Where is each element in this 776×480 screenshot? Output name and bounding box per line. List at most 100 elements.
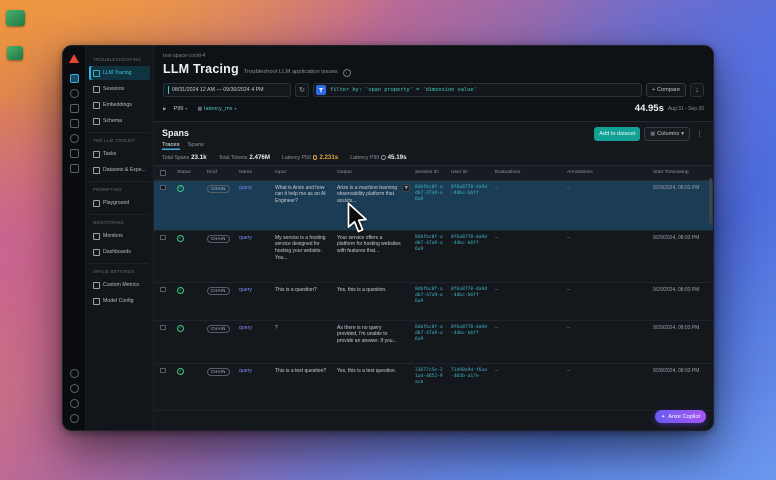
column-header[interactable]: Evaluations [492, 166, 564, 180]
sidebar-entry-label: THE LLM TOOLKIT [93, 138, 136, 143]
info-icon[interactable] [69, 399, 79, 408]
llm-tracing-icon [93, 69, 100, 77]
copilot-button[interactable]: ✦ Arize Copilot [655, 410, 706, 423]
input-cell: This is a question? [275, 286, 317, 293]
date-range-value: 08/31/2024 12 AM — 09/30/2024 4 PM [172, 87, 264, 93]
sidebar-entry[interactable]: Tasks [89, 147, 150, 161]
metric-dropdown[interactable]: ▦ latency_ms ▾ [194, 105, 239, 113]
sidebar-entry-label: SPACE SETTINGS [93, 269, 135, 274]
monitors-nav-icon [93, 232, 100, 240]
sidebar-entry[interactable]: Dashboards [89, 245, 150, 259]
columns-button[interactable]: ▦ Columns ▾ [644, 127, 690, 141]
session-id-cell: 23677c5e-21a4-4652-9acb [415, 367, 443, 385]
arize-logo-icon[interactable] [69, 54, 79, 63]
table-body: ✓ CHAIN query What is Arize and how can … [154, 180, 713, 431]
sidebar-entry[interactable]: SPACE SETTINGS [89, 263, 150, 276]
table-row[interactable]: ✓ CHAIN query What is Arize and how can … [154, 180, 713, 231]
sidebar-entry-label: Schema [103, 118, 123, 124]
grid-icon: ▦ [650, 131, 656, 137]
sidebar-entry[interactable]: THE LLM TOOLKIT [89, 132, 150, 145]
sidebar-entry-label: TROUBLESHOOTING [93, 57, 142, 62]
compare-button[interactable]: + Compare [646, 83, 686, 97]
download-button[interactable]: ↓ [690, 83, 704, 97]
table-row[interactable]: ✓ CHAIN query My service is a hosting se… [154, 231, 713, 283]
sidebar-entry[interactable]: Monitors [89, 229, 150, 243]
sidebar-entry[interactable]: PROMPTING [89, 181, 150, 194]
bell-icon[interactable] [69, 134, 79, 143]
column-header[interactable]: Start Timestamp [650, 166, 713, 180]
sidebar-entry[interactable]: Model Config [89, 294, 150, 308]
sidebar-entry-label: Datasets & Expe... [103, 167, 146, 173]
sidebar-entry[interactable]: LLM Tracing [89, 66, 150, 80]
experiments-icon[interactable] [69, 149, 79, 158]
sidebar-entry[interactable]: Datasets & Expe... [89, 163, 150, 177]
row-checkbox[interactable] [160, 184, 166, 190]
sidebar-entry[interactable]: Custom Metrics [89, 278, 150, 292]
timestamp-cell: 9/28/2024, 08:03 PM [653, 367, 700, 374]
kind-badge: CHAIN [207, 234, 230, 244]
desktop-icon[interactable] [6, 10, 25, 26]
sidebar-entry[interactable]: Embeddings [89, 98, 150, 112]
span-name-link[interactable]: query [239, 368, 252, 374]
filter-input[interactable]: filter by: 'span property' = 'dimension … [313, 83, 643, 97]
span-name-link[interactable]: query [239, 235, 252, 241]
table-row[interactable]: ✓ CHAIN query ? As there is no query pro… [154, 321, 713, 364]
column-header[interactable]: Input [272, 166, 334, 180]
gear-icon[interactable] [69, 369, 79, 378]
date-range-input[interactable]: 08/31/2024 12 AM — 09/30/2024 4 PM [163, 83, 291, 97]
table-row[interactable]: ✓ CHAIN query This is a question? Yes, t… [154, 283, 713, 321]
add-to-dataset-button[interactable]: Add to dataset [594, 127, 641, 141]
row-checkbox[interactable] [160, 286, 166, 292]
span-name-link[interactable]: query [239, 325, 252, 331]
scrollbar-thumb[interactable] [709, 178, 712, 224]
sidebar-entry[interactable]: Sessions [89, 82, 150, 96]
span-name-link[interactable]: query [239, 185, 252, 191]
more-options-button[interactable]: ⋮ [694, 130, 705, 138]
sidebar-entry[interactable]: Playground [89, 196, 150, 210]
database-icon[interactable] [69, 119, 79, 128]
session-id-cell: 8dbfbc8f-adb7-47a9-a6a9 [415, 184, 443, 202]
row-checkbox[interactable] [160, 234, 166, 240]
session-id-cell: 8dbfbc8f-adb7-47a9-a6a9 [415, 234, 443, 252]
metric-bar: ▶ P99 ▾ ▦ latency_ms ▾ 44.95s Aug 31 - S… [163, 103, 704, 114]
announcements-icon[interactable] [69, 384, 79, 393]
column-header[interactable]: User ID [448, 166, 492, 180]
row-filter-icon[interactable] [402, 183, 410, 192]
evaluations-cell: -- [495, 234, 499, 241]
info-icon[interactable] [342, 68, 351, 77]
chevron-down-icon: ▾ [681, 131, 684, 137]
monitors-icon[interactable] [69, 164, 79, 173]
profile-icon[interactable] [69, 414, 79, 423]
stat-value: 2.476M [249, 154, 270, 161]
sidebar-entry[interactable]: TROUBLESHOOTING [89, 52, 150, 64]
input-cell: My service is a hosting service designed… [275, 234, 326, 261]
tab[interactable]: Traces [162, 142, 180, 150]
overview-icon[interactable] [69, 74, 79, 83]
row-checkbox[interactable] [160, 324, 166, 330]
column-header[interactable]: Session ID [412, 166, 448, 180]
tasks-icon [93, 150, 100, 158]
percentile-dropdown[interactable]: P99 ▾ [170, 105, 190, 113]
column-header[interactable]: Kind [204, 166, 236, 180]
layers-icon[interactable] [69, 104, 79, 113]
stat-label: Latency P99 [350, 154, 380, 161]
column-header[interactable]: Status [174, 166, 204, 180]
span-name-link[interactable]: query [239, 287, 252, 293]
select-all-checkbox[interactable] [160, 170, 166, 176]
sessions-icon [93, 85, 100, 93]
sidebar-entry[interactable]: Schema [89, 114, 150, 128]
column-header[interactable]: Annotations [564, 166, 650, 180]
play-icon[interactable]: ▶ [163, 106, 166, 112]
chat-icon[interactable] [69, 89, 79, 98]
evaluations-cell: -- [495, 286, 499, 293]
row-checkbox[interactable] [160, 367, 166, 373]
sidebar-entry[interactable]: MONITORING [89, 214, 150, 227]
breadcrumb[interactable]: test-space-covid-4 [154, 46, 713, 59]
column-header[interactable]: Output [334, 166, 412, 180]
evaluations-cell: -- [495, 184, 499, 191]
tab[interactable]: Spans [188, 142, 204, 150]
desktop-icon[interactable] [7, 46, 23, 60]
table-row[interactable]: ✓ CHAIN query This is a test question? Y… [154, 364, 713, 411]
refresh-button[interactable]: ↻ [295, 83, 309, 97]
column-header[interactable]: Name [236, 166, 272, 180]
